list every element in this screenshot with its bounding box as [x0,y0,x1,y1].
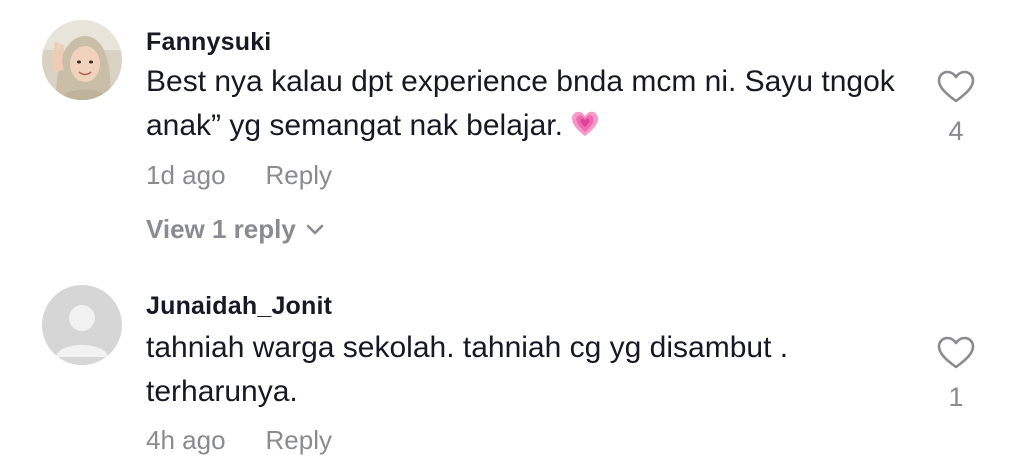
avatar[interactable] [42,20,122,100]
comment-meta: 1d ago Reply [146,160,332,191]
growing-heart-emoji-icon [569,107,601,151]
like-button[interactable]: 1 [936,336,976,413]
reply-button[interactable]: Reply [266,425,332,456]
like-count: 4 [948,116,964,146]
comment-timestamp: 1d ago [146,160,226,190]
heart-outline-icon [937,70,975,103]
comment-text-content: Best nya kalau dpt experience bnda mcm n… [146,65,895,142]
view-replies-label: View 1 reply [146,214,296,244]
comment-meta: 4h ago Reply [146,425,332,456]
profile-photo-icon [42,20,122,100]
chevron-down-icon [306,212,324,243]
comment-username[interactable]: Fannysuki [146,28,271,57]
heart-outline-icon [937,336,975,369]
comment-username[interactable]: Junaidah_Jonit [146,292,332,321]
comment-timestamp: 4h ago [146,425,226,455]
comment-text: tahniah warga sekolah. tahniah cg yg dis… [146,331,789,408]
reply-button[interactable]: Reply [266,160,332,191]
view-replies-button[interactable]: View 1 reply [146,212,324,245]
like-button[interactable]: 4 [936,70,976,147]
avatar[interactable] [42,285,122,365]
default-avatar-icon [42,285,122,365]
like-count: 1 [948,382,964,412]
comment-text: Best nya kalau dpt experience bnda mcm n… [146,60,906,151]
